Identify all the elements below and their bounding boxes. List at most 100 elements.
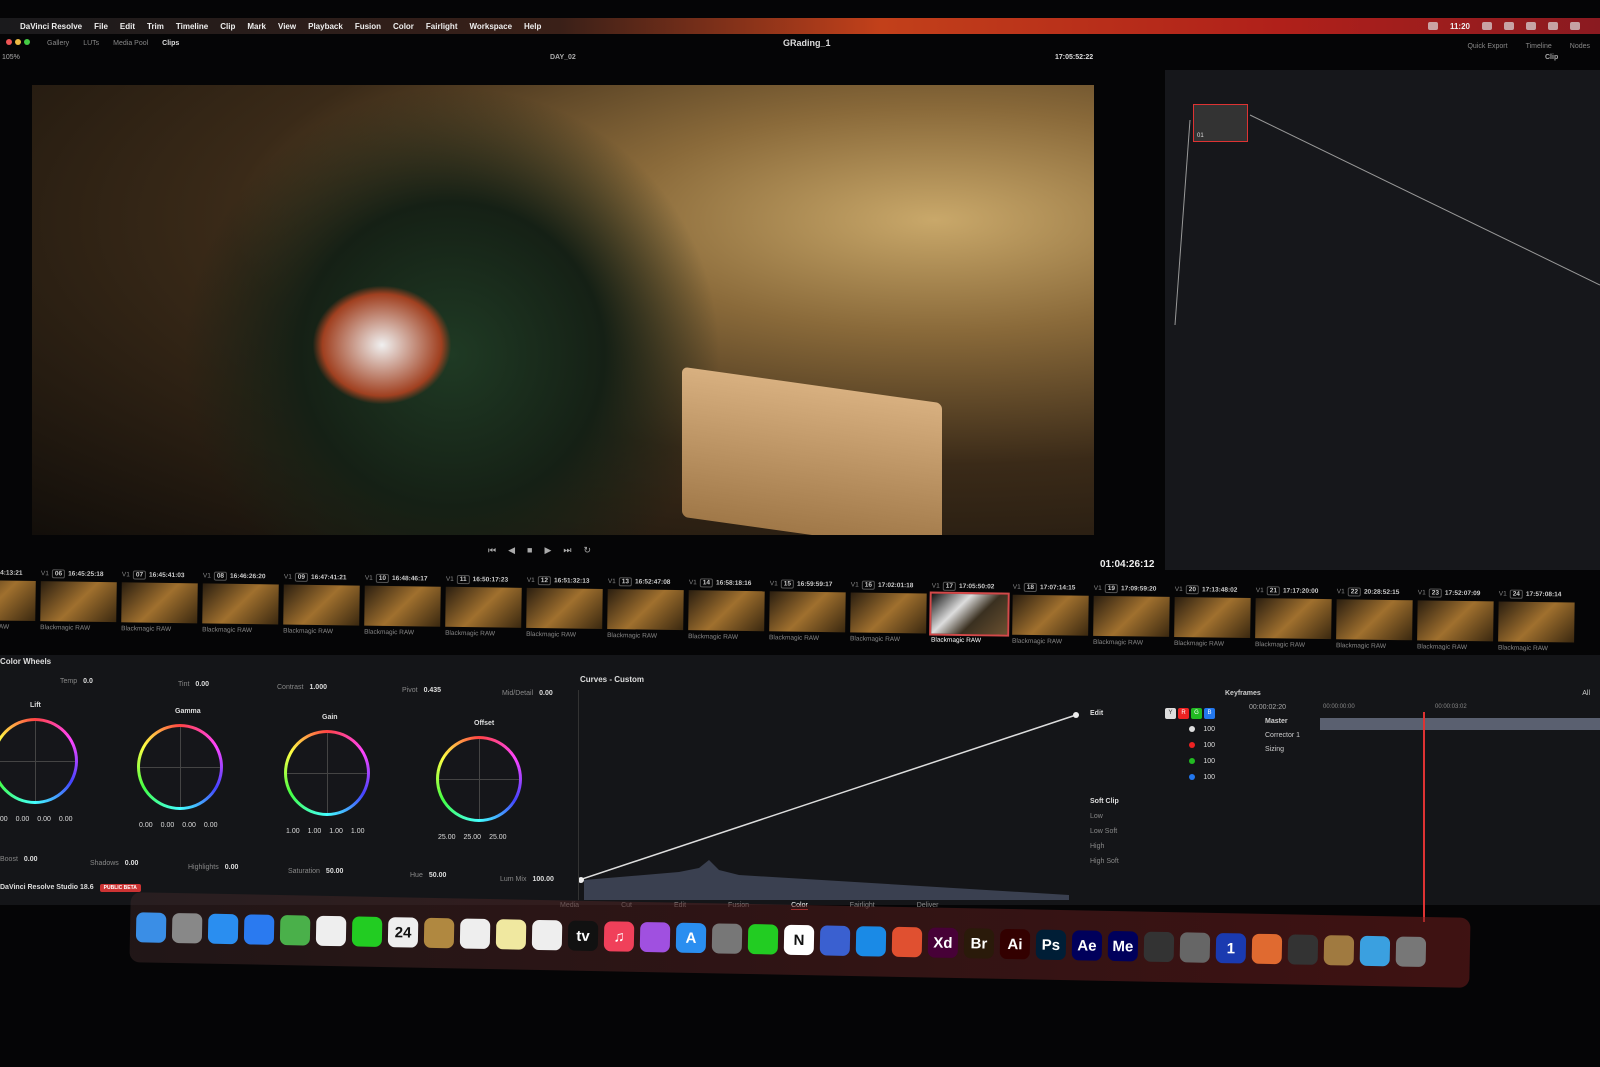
dock-app-icon[interactable] — [819, 925, 851, 956]
clip-item[interactable]: V1 10 16:48:46:17 Blackmagic RAW — [364, 572, 446, 637]
dock-app-icon[interactable] — [315, 915, 347, 947]
video-viewer[interactable] — [32, 85, 1094, 535]
clip-item[interactable]: V1 21 17:17:20:00 Blackmagic RAW — [1255, 584, 1337, 649]
menu-workspace[interactable]: Workspace — [469, 22, 512, 31]
param-value[interactable]: 50.00 — [326, 868, 344, 875]
wheel-value[interactable]: 0.00 — [182, 822, 196, 829]
wheel-value[interactable]: 0.00 — [139, 822, 153, 829]
clips-button[interactable]: Clips — [162, 40, 179, 47]
clip-item[interactable]: V1 18 17:07:14:15 Blackmagic RAW — [1012, 581, 1094, 646]
dock-app-icon[interactable] — [351, 916, 383, 947]
param-temp[interactable]: Temp 0.0 — [60, 678, 93, 685]
clip-item[interactable]: V1 17 17:05:50:02 Blackmagic RAW — [929, 580, 1013, 645]
param-mid-detail[interactable]: Mid/Detail 0.00 — [502, 690, 553, 697]
param-value[interactable]: 1.000 — [309, 684, 327, 691]
clip-item[interactable]: V1 09 16:47:41:21 Blackmagic RAW — [283, 571, 365, 636]
play-reverse-icon[interactable]: ◀ — [508, 545, 515, 556]
keyframes-filter[interactable]: All — [1582, 690, 1590, 697]
stop-icon[interactable]: ■ — [527, 545, 532, 556]
clip-thumbnail[interactable] — [769, 591, 846, 633]
clip-item[interactable]: V1 07 16:45:41:03 Blackmagic RAW — [121, 568, 203, 633]
menu-mark[interactable]: Mark — [247, 22, 266, 31]
clip-item[interactable]: V1 22 20:28:52:15 Blackmagic RAW — [1336, 585, 1418, 650]
quick-export-button[interactable]: Quick Export — [1467, 43, 1507, 50]
dock-app-icon[interactable]: Ai — [999, 928, 1031, 960]
edit-value[interactable]: 100 — [1203, 758, 1215, 765]
param-value[interactable]: 0.00 — [225, 864, 239, 871]
channel-g-button[interactable]: G — [1191, 707, 1202, 719]
param-tint[interactable]: Tint 0.00 — [178, 681, 209, 688]
param-value[interactable]: 0.435 — [424, 687, 442, 694]
clip-thumbnail[interactable] — [1498, 601, 1575, 643]
dock-app-icon[interactable] — [855, 926, 887, 957]
wheel-value[interactable]: 0.00 — [204, 822, 218, 829]
media-pool-button[interactable]: Media Pool — [113, 40, 148, 47]
keyframe-row-sizing[interactable]: Sizing — [1265, 746, 1284, 753]
clip-thumbnail[interactable] — [445, 586, 522, 628]
clip-item[interactable]: V1 12 16:51:32:13 Blackmagic RAW — [526, 574, 608, 639]
channel-slider-handle[interactable] — [1189, 742, 1196, 748]
menu-fairlight[interactable]: Fairlight — [426, 22, 458, 31]
clip-item[interactable]: V10516:44:13:21 Blackmagic RAW — [0, 566, 41, 631]
channel-slider-handle[interactable] — [1189, 774, 1196, 780]
menu-help[interactable]: Help — [524, 22, 541, 31]
clip-thumbnail[interactable] — [1093, 595, 1170, 637]
dock-app-icon[interactable] — [1359, 935, 1391, 967]
dock-app-icon[interactable] — [531, 919, 563, 951]
menu-trim[interactable]: Trim — [147, 22, 164, 31]
curves-graph[interactable] — [578, 690, 1079, 900]
menu-view[interactable]: View — [278, 22, 296, 31]
keyframe-playhead[interactable] — [1423, 712, 1425, 922]
clip-item[interactable]: V1 16 17:02:01:18 Blackmagic RAW — [850, 578, 932, 643]
menu-clip[interactable]: Clip — [220, 22, 235, 31]
volume-icon[interactable] — [1570, 22, 1580, 30]
wheel-value[interactable]: 0.00 — [161, 822, 175, 829]
dock-app-icon[interactable] — [1287, 934, 1319, 965]
wheel-value[interactable]: 25.00 — [489, 834, 507, 841]
param-value[interactable]: 0.00 — [24, 856, 38, 863]
source-timecode[interactable]: 17:05:52:22 — [1055, 54, 1093, 61]
tray-icon[interactable] — [1504, 22, 1514, 30]
param-value[interactable]: 0.00 — [195, 681, 209, 688]
param-hue[interactable]: Hue 50.00 — [410, 872, 446, 879]
clip-item[interactable]: V1 06 16:45:25:18 Blackmagic RAW — [40, 567, 122, 632]
node-mode-select[interactable]: Clip — [1545, 54, 1558, 61]
dock-app-icon[interactable] — [1179, 932, 1211, 963]
dock-app-icon[interactable] — [171, 912, 203, 944]
edit-value[interactable]: 100 — [1203, 742, 1215, 749]
param-boost[interactable]: Boost 0.00 — [0, 856, 38, 863]
clip-thumbnail[interactable] — [929, 591, 1010, 637]
wheel-value[interactable]: 25.00 — [438, 834, 456, 841]
color-wheel-gamma[interactable] — [137, 724, 223, 810]
dock-app-icon[interactable]: 1 — [1215, 932, 1247, 964]
menu-fusion[interactable]: Fusion — [355, 22, 381, 31]
wheel-value[interactable]: 1.00 — [308, 828, 322, 835]
param-value[interactable]: 50.00 — [429, 872, 447, 879]
nodes-button[interactable]: Nodes — [1570, 43, 1590, 50]
wheel-value[interactable]: 0.00 — [37, 816, 51, 823]
clip-thumbnail[interactable] — [283, 584, 360, 626]
dock-app-icon[interactable] — [639, 921, 671, 953]
dock-app-icon[interactable] — [1395, 936, 1427, 968]
dock-app-icon[interactable]: Ps — [1035, 929, 1067, 961]
dock-app-icon[interactable]: 24 — [387, 917, 419, 948]
clip-item[interactable]: V1 24 17:57:08:14 Blackmagic RAW — [1498, 587, 1580, 652]
tray-icon[interactable] — [1526, 22, 1536, 30]
dock-app-icon[interactable]: Ae — [1071, 930, 1103, 961]
keyframe-row-master[interactable]: Master — [1265, 718, 1288, 725]
clip-item[interactable]: V1 08 16:46:26:20 Blackmagic RAW — [202, 569, 284, 634]
param-contrast[interactable]: Contrast 1.000 — [277, 684, 327, 691]
wheel-value[interactable]: 0.00 — [59, 816, 73, 823]
clip-thumbnail[interactable] — [364, 585, 441, 627]
wheel-value[interactable]: 0.00 — [0, 816, 8, 823]
clip-thumbnail[interactable] — [850, 592, 927, 634]
dock-app-icon[interactable]: ♫ — [603, 921, 635, 952]
clip-thumbnail[interactable] — [40, 581, 117, 623]
play-icon[interactable]: ▶ — [544, 545, 551, 556]
clip-item[interactable]: V1 20 17:13:48:02 Blackmagic RAW — [1174, 583, 1256, 648]
edit-value[interactable]: 100 — [1203, 774, 1215, 781]
dock-app-icon[interactable] — [243, 914, 275, 945]
keyframe-row-corrector[interactable]: Corrector 1 — [1265, 732, 1300, 739]
dock-app-icon[interactable] — [1251, 933, 1283, 965]
param-highlights[interactable]: Highlights 0.00 — [188, 864, 238, 871]
